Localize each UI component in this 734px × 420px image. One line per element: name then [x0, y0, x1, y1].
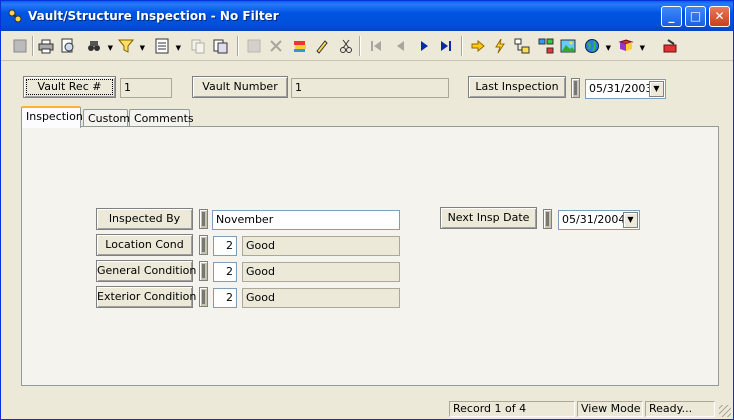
globe-icon[interactable]: ▼ [581, 35, 611, 57]
print-preview-icon[interactable] [57, 35, 79, 57]
location-cond-button[interactable]: Location Cond [96, 234, 193, 256]
vault-number-button[interactable]: Vault Number [192, 76, 288, 98]
chevron-down-icon[interactable]: ▼ [649, 81, 664, 97]
paste-icon[interactable] [209, 35, 231, 57]
status-mode: View Mode [577, 401, 643, 417]
vault-number-field: 1 [291, 78, 449, 98]
tab-inspection[interactable]: Inspection [21, 106, 83, 128]
minimize-button[interactable]: _ [661, 6, 682, 27]
network-icon[interactable] [535, 35, 557, 57]
last-inspection-marker [571, 78, 580, 98]
toolbar-separator [461, 36, 463, 56]
last-record-icon[interactable] [435, 35, 457, 57]
find-icon[interactable]: ▼ [83, 35, 113, 57]
exterior-condition-marker [199, 287, 208, 307]
tab-custom-label: Custom [88, 112, 131, 125]
record-icon[interactable] [243, 35, 265, 57]
mail-icon[interactable] [659, 35, 681, 57]
tree-icon[interactable] [511, 35, 533, 57]
inspection-panel: Inspected By November Location Cond 2 Go… [21, 126, 719, 386]
view-icon[interactable]: ▼ [151, 35, 181, 57]
exterior-condition-text: Good [242, 288, 400, 308]
window-title: Vault/Structure Inspection - No Filter [28, 9, 279, 23]
location-cond-text: Good [242, 236, 400, 256]
chevron-down-icon[interactable]: ▼ [623, 212, 638, 228]
vault-rec-button[interactable]: Vault Rec # [23, 76, 116, 98]
toolbar-separator [359, 36, 361, 56]
next-insp-date-marker [543, 209, 552, 229]
inspected-by-marker [199, 209, 208, 229]
resize-grip-icon[interactable] [719, 405, 731, 417]
edit-pencil-icon[interactable] [311, 35, 333, 57]
exterior-condition-button[interactable]: Exterior Condition [96, 286, 196, 308]
title-bar[interactable]: Vault/Structure Inspection - No Filter _… [1, 1, 733, 31]
delete-icon[interactable] [265, 35, 287, 57]
app-icon [8, 9, 22, 23]
cut-icon[interactable] [335, 35, 357, 57]
main-window: Vault/Structure Inspection - No Filter _… [0, 0, 734, 420]
general-condition-marker [199, 261, 208, 281]
general-condition-code[interactable]: 2 [213, 262, 237, 282]
next-record-icon[interactable] [413, 35, 435, 57]
next-insp-date[interactable]: 05/31/2004 ▼ [558, 210, 640, 230]
first-record-icon[interactable] [365, 35, 387, 57]
last-inspection-date-value: 05/31/2003 [589, 82, 653, 95]
close-icon: ✕ [714, 9, 725, 23]
maximize-icon: □ [689, 9, 702, 23]
last-inspection-button[interactable]: Last Inspection [468, 76, 566, 98]
inspected-by-button[interactable]: Inspected By [96, 208, 193, 230]
toolbar-separator [237, 36, 239, 56]
go-to-icon[interactable] [467, 35, 489, 57]
next-insp-date-value: 05/31/2004 [562, 213, 626, 226]
close-button[interactable]: ✕ [709, 6, 730, 27]
inspected-by-field[interactable]: November [212, 210, 400, 230]
exterior-condition-code[interactable]: 2 [213, 288, 237, 308]
next-insp-date-button[interactable]: Next Insp Date [440, 207, 537, 229]
general-condition-text: Good [242, 262, 400, 282]
status-state: Ready... [645, 401, 715, 417]
lightning-icon[interactable] [489, 35, 511, 57]
tab-inspection-label: Inspection [26, 110, 83, 123]
copy-icon[interactable] [187, 35, 209, 57]
status-record: Record 1 of 4 [449, 401, 575, 417]
last-inspection-date[interactable]: 05/31/2003 ▼ [585, 79, 666, 99]
location-cond-code[interactable]: 2 [213, 236, 237, 256]
toolbar-separator [32, 36, 34, 56]
book-icon[interactable]: ▼ [615, 35, 645, 57]
location-cond-marker [199, 235, 208, 255]
vault-rec-field: 1 [120, 78, 172, 98]
prev-record-icon[interactable] [389, 35, 411, 57]
save-icon[interactable] [9, 35, 31, 57]
general-condition-button[interactable]: General Condition [96, 260, 196, 282]
toolbar: ▼ ▼ ▼ ▼ ▼ [1, 31, 733, 61]
tab-comments-label: Comments [134, 112, 194, 125]
minimize-icon: _ [668, 9, 675, 23]
filter-icon[interactable]: ▼ [115, 35, 145, 57]
maximize-button[interactable]: □ [685, 6, 706, 27]
picture-icon[interactable] [557, 35, 579, 57]
print-icon[interactable] [35, 35, 57, 57]
status-bar: Record 1 of 4 View Mode Ready... [1, 399, 733, 419]
layers-icon[interactable] [289, 35, 311, 57]
